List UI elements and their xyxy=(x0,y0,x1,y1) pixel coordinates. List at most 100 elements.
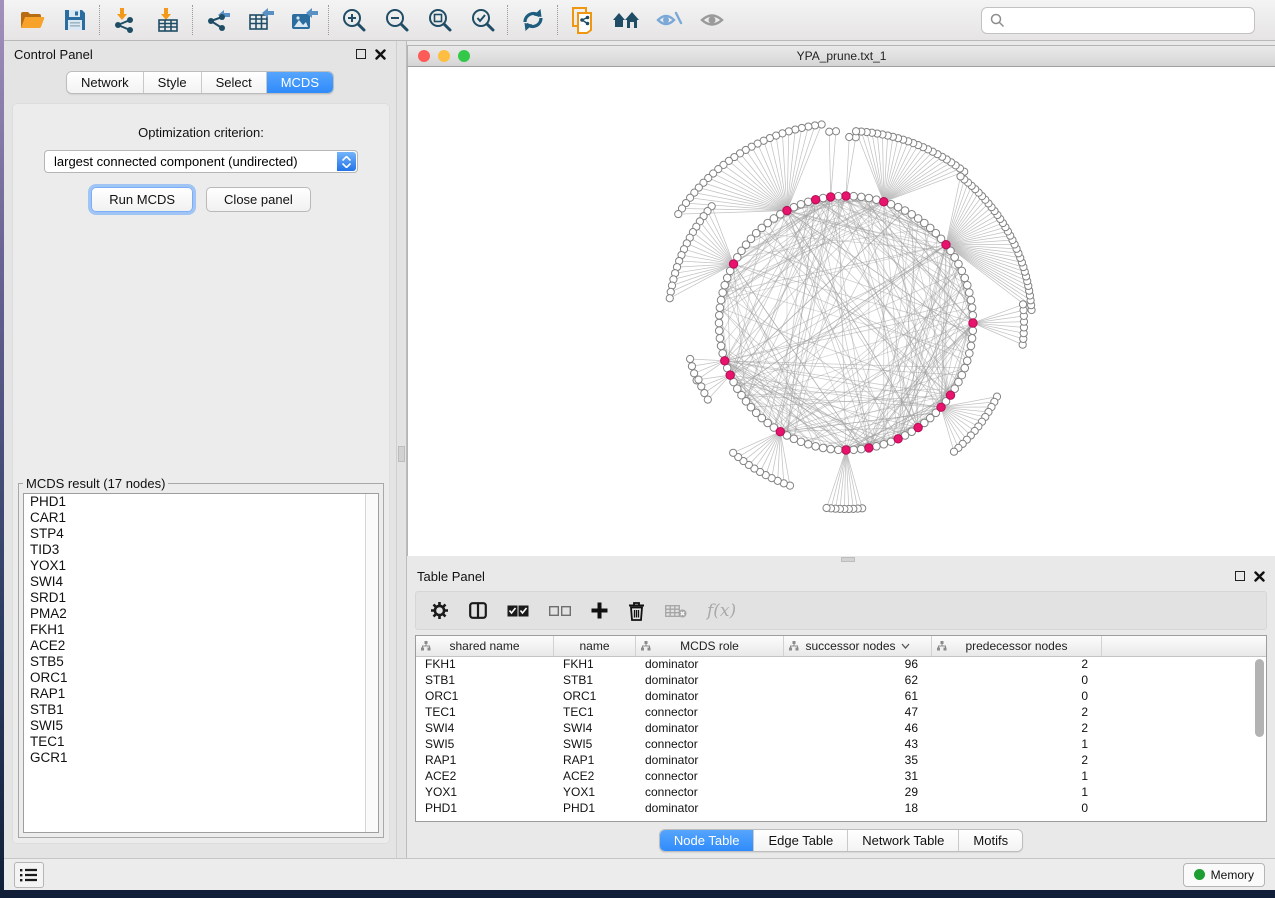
mcds-result-item[interactable]: TEC1 xyxy=(24,734,378,750)
table-cell[interactable]: ACE2 xyxy=(554,769,636,785)
import-table-icon[interactable] xyxy=(146,3,189,37)
table-cell[interactable]: 0 xyxy=(932,689,1102,705)
table-cell[interactable]: 2 xyxy=(932,753,1102,769)
table-scrollbar-thumb[interactable] xyxy=(1255,659,1264,737)
tab-mcds[interactable]: MCDS xyxy=(267,72,333,93)
table-cell[interactable]: SWI5 xyxy=(554,737,636,753)
table-row[interactable]: SWI5SWI5connector431 xyxy=(416,737,1266,753)
table-cell[interactable]: dominator xyxy=(636,801,784,817)
network-titlebar[interactable]: YPA_prune.txt_1 xyxy=(407,45,1275,67)
table-cell[interactable]: 18 xyxy=(784,801,932,817)
float-panel-icon[interactable] xyxy=(356,49,366,59)
table-cell[interactable]: SWI4 xyxy=(554,721,636,737)
table-row[interactable]: FKH1FKH1dominator962 xyxy=(416,657,1266,673)
network-canvas[interactable] xyxy=(407,67,1275,556)
select-all-icon[interactable] xyxy=(507,605,529,617)
table-cell[interactable]: STB1 xyxy=(554,673,636,689)
mcds-result-item[interactable]: ORC1 xyxy=(24,670,378,686)
tab-node-table[interactable]: Node Table xyxy=(660,830,755,851)
column-header[interactable]: successor nodes xyxy=(784,636,932,656)
gear-icon[interactable] xyxy=(430,601,449,620)
table-cell[interactable]: YOX1 xyxy=(554,785,636,801)
table-cell[interactable]: 2 xyxy=(932,705,1102,721)
column-header[interactable]: predecessor nodes xyxy=(932,636,1102,656)
network-graph[interactable] xyxy=(408,67,1275,556)
mcds-result-item[interactable]: PHD1 xyxy=(24,494,378,510)
table-cell[interactable]: dominator xyxy=(636,753,784,769)
table-cell[interactable]: TEC1 xyxy=(554,705,636,721)
mcds-result-item[interactable]: RAP1 xyxy=(24,686,378,702)
mcds-result-item[interactable]: CAR1 xyxy=(24,510,378,526)
delete-column-icon[interactable] xyxy=(665,604,687,618)
table-cell[interactable]: ORC1 xyxy=(554,689,636,705)
zoom-out-icon[interactable] xyxy=(375,3,418,37)
table-row[interactable]: RAP1RAP1dominator352 xyxy=(416,753,1266,769)
table-cell[interactable]: connector xyxy=(636,785,784,801)
copy-network-icon[interactable] xyxy=(561,3,604,37)
float-panel-icon[interactable] xyxy=(1235,571,1245,581)
table-cell[interactable]: FKH1 xyxy=(554,657,636,673)
table-cell[interactable]: 46 xyxy=(784,721,932,737)
search-field[interactable] xyxy=(981,7,1255,34)
table-cell[interactable]: 1 xyxy=(932,769,1102,785)
tab-network-table[interactable]: Network Table xyxy=(848,830,959,851)
close-panel-button[interactable]: Close panel xyxy=(206,187,311,212)
memory-button[interactable]: Memory xyxy=(1183,863,1265,887)
table-cell[interactable]: PHD1 xyxy=(554,801,636,817)
add-icon[interactable] xyxy=(591,602,608,619)
mcds-result-item[interactable]: TID3 xyxy=(24,542,378,558)
hide-selected-icon[interactable] xyxy=(647,3,690,37)
table-row[interactable]: TEC1TEC1connector472 xyxy=(416,705,1266,721)
zoom-in-icon[interactable] xyxy=(332,3,375,37)
table-cell[interactable]: dominator xyxy=(636,689,784,705)
table-cell[interactable]: 1 xyxy=(932,737,1102,753)
table-row[interactable]: STB1STB1dominator620 xyxy=(416,673,1266,689)
refresh-icon[interactable] xyxy=(511,3,554,37)
table-row[interactable]: ACE2ACE2connector311 xyxy=(416,769,1266,785)
table-row[interactable]: ORC1ORC1dominator610 xyxy=(416,689,1266,705)
trash-icon[interactable] xyxy=(628,601,645,621)
export-table-icon[interactable] xyxy=(239,3,282,37)
mcds-result-item[interactable]: FKH1 xyxy=(24,622,378,638)
horizontal-splitter[interactable] xyxy=(407,556,1275,563)
splitter-handle[interactable] xyxy=(841,557,855,562)
table-cell[interactable]: dominator xyxy=(636,657,784,673)
table-cell[interactable]: 47 xyxy=(784,705,932,721)
table-cell[interactable]: connector xyxy=(636,705,784,721)
table-cell[interactable]: PHD1 xyxy=(416,801,554,817)
mcds-result-item[interactable]: SWI5 xyxy=(24,718,378,734)
mcds-result-item[interactable]: SRD1 xyxy=(24,590,378,606)
table-row[interactable]: PHD1PHD1dominator180 xyxy=(416,801,1266,817)
mcds-result-item[interactable]: STB1 xyxy=(24,702,378,718)
export-network-icon[interactable] xyxy=(196,3,239,37)
mcds-result-list[interactable]: PHD1CAR1STP4TID3YOX1SWI4SRD1PMA2FKH1ACE2… xyxy=(23,493,379,833)
tab-select[interactable]: Select xyxy=(202,72,267,93)
column-header[interactable]: MCDS role xyxy=(636,636,784,656)
search-input[interactable] xyxy=(1005,13,1246,28)
mcds-result-item[interactable]: PMA2 xyxy=(24,606,378,622)
mcds-result-item[interactable]: ACE2 xyxy=(24,638,378,654)
table-cell[interactable]: ORC1 xyxy=(416,689,554,705)
task-history-button[interactable] xyxy=(14,862,44,888)
zoom-selected-icon[interactable] xyxy=(461,3,504,37)
table-cell[interactable]: SWI4 xyxy=(416,721,554,737)
table-cell[interactable]: FKH1 xyxy=(416,657,554,673)
table-cell[interactable]: SWI5 xyxy=(416,737,554,753)
table-cell[interactable]: 31 xyxy=(784,769,932,785)
close-panel-icon[interactable] xyxy=(375,49,386,60)
table-cell[interactable]: TEC1 xyxy=(416,705,554,721)
table-scrollbar[interactable] xyxy=(1254,659,1265,818)
vertical-splitter[interactable] xyxy=(396,41,407,858)
table-cell[interactable]: 29 xyxy=(784,785,932,801)
table-cell[interactable]: 43 xyxy=(784,737,932,753)
close-panel-icon[interactable] xyxy=(1254,571,1265,582)
table-cell[interactable]: 1 xyxy=(932,785,1102,801)
table-cell[interactable]: ACE2 xyxy=(416,769,554,785)
import-network-icon[interactable] xyxy=(103,3,146,37)
first-neighbors-icon[interactable] xyxy=(604,3,647,37)
mcds-result-item[interactable]: GCR1 xyxy=(24,750,378,766)
table-cell[interactable]: 2 xyxy=(932,657,1102,673)
table-row[interactable]: YOX1YOX1connector291 xyxy=(416,785,1266,801)
zoom-fit-icon[interactable] xyxy=(418,3,461,37)
column-header[interactable]: shared name xyxy=(416,636,554,656)
